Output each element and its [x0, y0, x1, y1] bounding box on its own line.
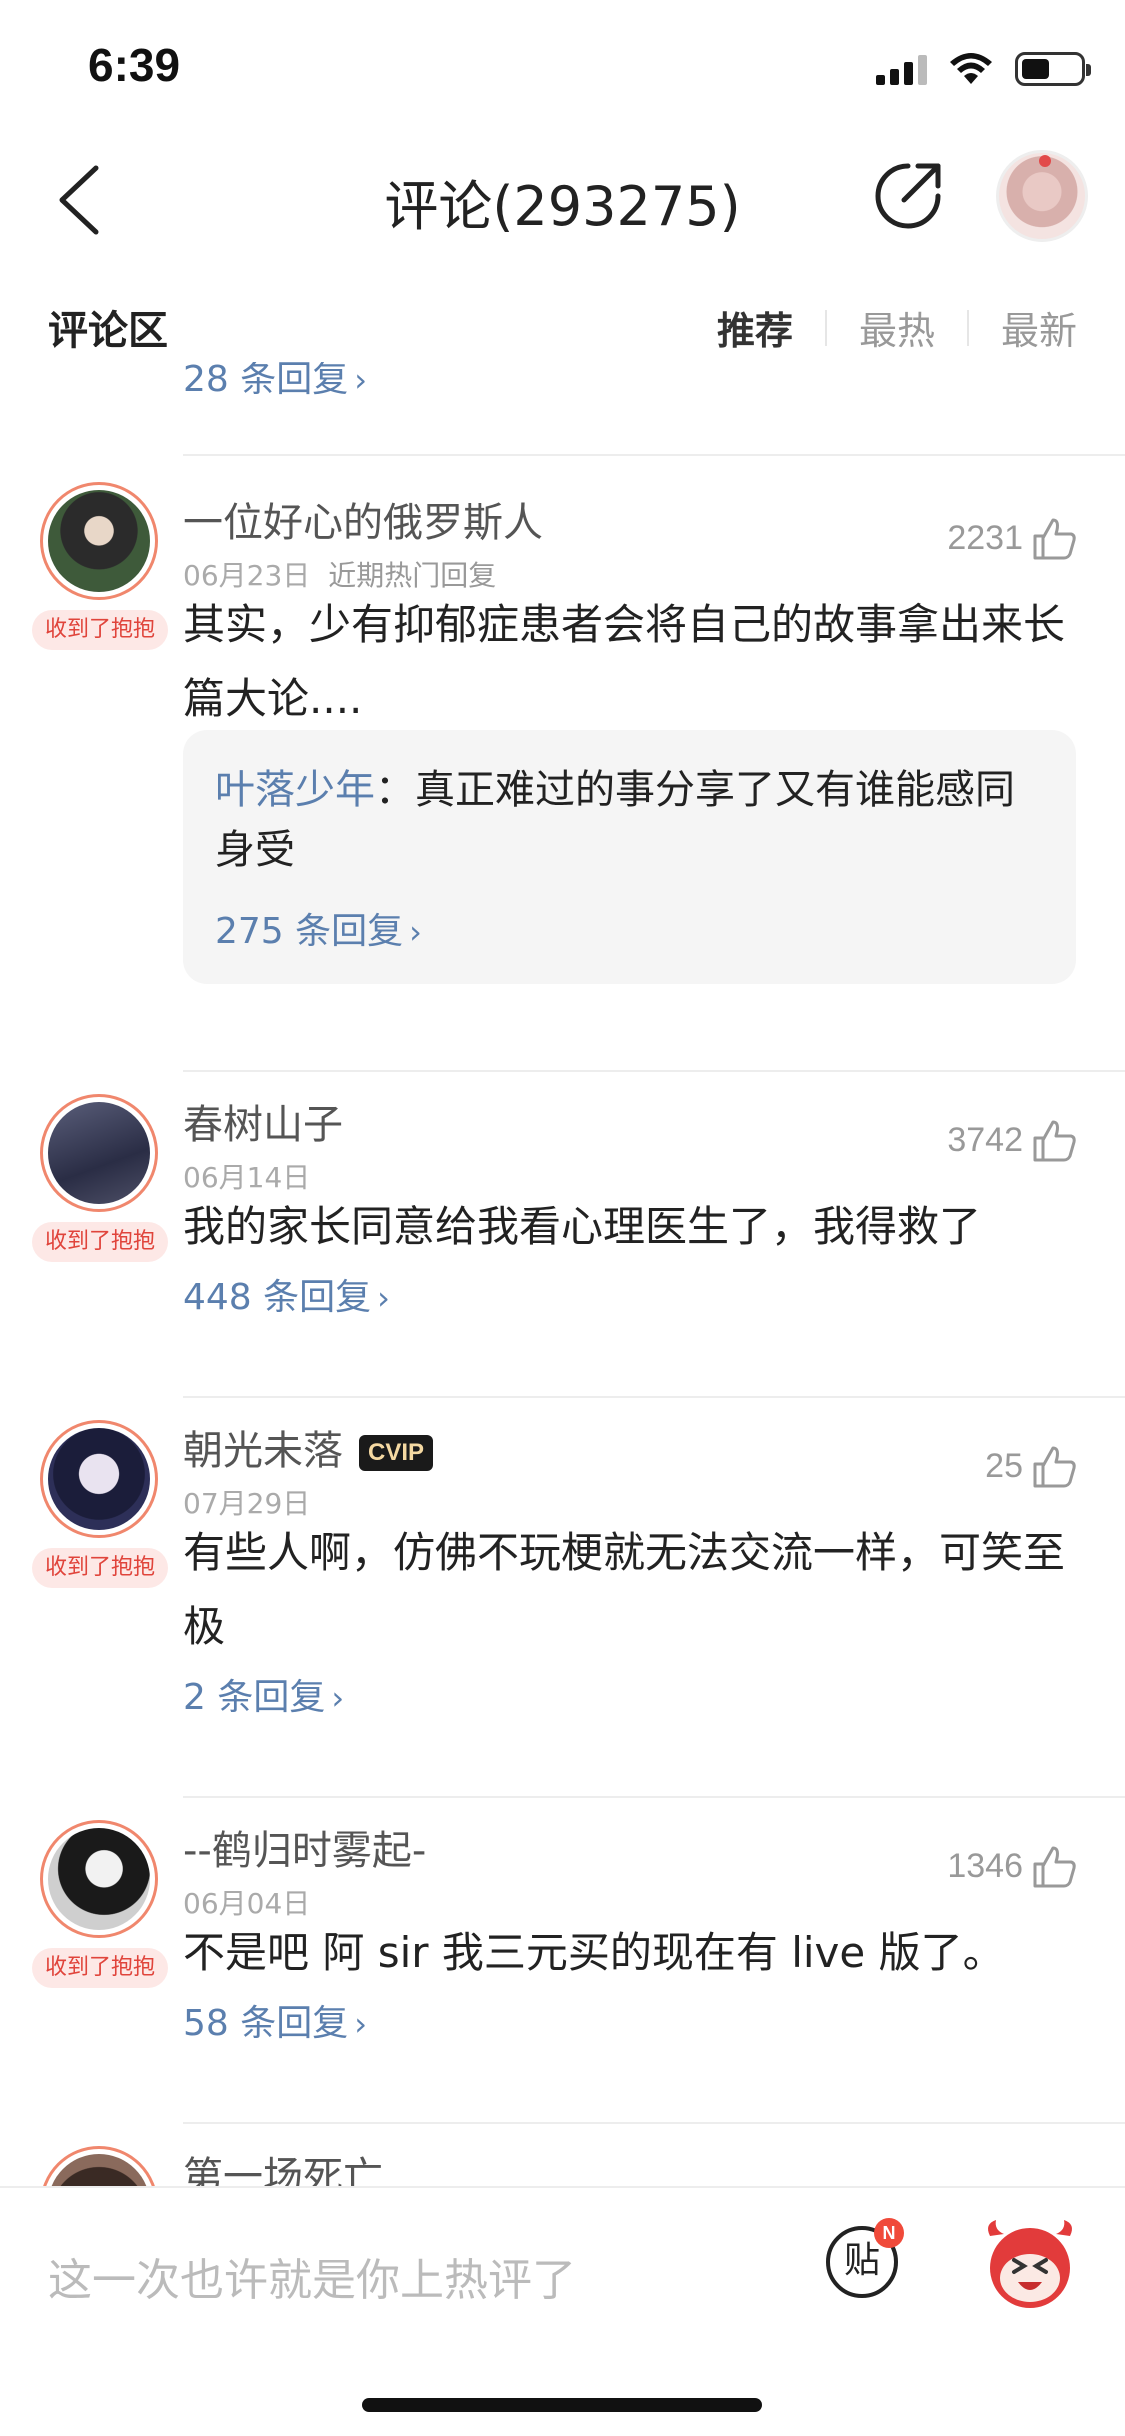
comment-section-bar: 评论区 推荐 最热 最新 — [0, 290, 1125, 362]
divider — [183, 454, 1125, 456]
battery-icon — [1015, 52, 1091, 86]
hug-badge: 收到了抱抱 — [32, 610, 168, 650]
reply-author[interactable]: 叶落少年 — [215, 767, 375, 813]
comment-text: 不是吧 阿 sir 我三元买的现在有 live 版了。 — [183, 1928, 1005, 1977]
user-avatar[interactable] — [996, 150, 1088, 242]
commenter-name[interactable]: 春树山子 — [183, 1092, 343, 1150]
chevron-right-icon: › — [331, 1679, 345, 1717]
mascot-emoji-icon[interactable] — [980, 2216, 1080, 2312]
view-replies-link[interactable]: 448 条回复 › — [183, 1268, 390, 1320]
divider — [183, 1796, 1125, 1798]
thumbs-up-icon — [1033, 518, 1076, 560]
share-icon[interactable] — [868, 156, 948, 236]
commenter-avatar[interactable] — [40, 1094, 158, 1212]
section-title: 评论区 — [48, 308, 168, 354]
divider — [183, 1396, 1125, 1398]
new-badge: N — [874, 2218, 904, 2248]
status-icons — [876, 52, 1091, 86]
chevron-right-icon: › — [354, 362, 368, 399]
commenter-avatar[interactable] — [40, 482, 158, 600]
commenter-name[interactable]: 第一场死亡 — [183, 2144, 383, 2186]
hug-badge: 收到了抱抱 — [32, 1548, 168, 1588]
commenter-name[interactable]: --鹤归时雾起- — [183, 1818, 426, 1876]
chevron-right-icon: › — [377, 1279, 390, 1317]
thumbs-up-icon — [1033, 1120, 1076, 1162]
comment-input[interactable]: 这一次也许就是你上热评了 — [48, 2244, 576, 2308]
like-button[interactable]: 2231 — [947, 516, 1077, 560]
wifi-icon — [950, 53, 992, 84]
like-button[interactable]: 25 — [985, 1444, 1077, 1488]
page-title: 评论(293275) — [384, 175, 741, 238]
tab-recommended[interactable]: 推荐 — [717, 300, 793, 355]
vip-badge: CVIP — [359, 1435, 434, 1471]
like-count: 3742 — [947, 1120, 1023, 1159]
status-bar: 6:39 — [0, 0, 1125, 132]
chevron-right-icon: › — [409, 913, 422, 951]
like-button[interactable]: 3742 — [947, 1118, 1077, 1162]
divider — [183, 2122, 1125, 2124]
view-replies-link[interactable]: 2 条回复 › — [183, 1668, 344, 1720]
sort-tabs: 推荐 最热 最新 — [717, 300, 1077, 355]
tab-hottest[interactable]: 最热 — [859, 300, 935, 355]
divider — [183, 1070, 1125, 1072]
status-time: 6:39 — [88, 39, 181, 91]
commenter-avatar[interactable] — [40, 2146, 158, 2186]
reply-preview[interactable]: 叶落少年：真正难过的事分享了又有谁能感同身受 275 条回复 › — [183, 730, 1076, 984]
commenter-avatar[interactable] — [40, 1420, 158, 1538]
comment-text: 我的家长同意给我看心理医生了，我得救了 — [183, 1202, 982, 1251]
like-count: 25 — [985, 1446, 1023, 1485]
hug-badge: 收到了抱抱 — [32, 1222, 168, 1262]
thumbs-up-icon — [1033, 1446, 1076, 1488]
hug-badge: 收到了抱抱 — [32, 1948, 168, 1988]
like-button[interactable]: 1346 — [947, 1844, 1077, 1888]
back-arrow-icon[interactable] — [48, 160, 118, 240]
like-count: 2231 — [947, 518, 1023, 557]
view-replies-link[interactable]: 58 条回复 › — [183, 1994, 367, 2046]
commenter-avatar[interactable] — [40, 1820, 158, 1938]
commenter-name: 朝光未落 CVIP — [183, 1418, 434, 1476]
comment-list: 28 条回复 › 收到了抱抱 一位好心的俄罗斯人 06月23日 近期热门回复 223… — [0, 362, 1125, 2186]
comment-text: 有些人啊，仿佛不玩梗就无法交流一样，可笑至极 — [183, 1528, 1066, 1651]
cellular-signal-icon — [876, 53, 927, 85]
chevron-right-icon: › — [354, 2005, 368, 2043]
reply-content: 叶落少年：真正难过的事分享了又有谁能感同身受 — [215, 767, 1015, 873]
tab-divider — [966, 309, 969, 346]
home-indicator — [362, 2398, 762, 2412]
tab-divider — [824, 309, 827, 346]
like-count: 1346 — [947, 1846, 1023, 1885]
thumbs-up-icon — [1033, 1846, 1076, 1888]
view-replies-link[interactable]: 275 条回复 › — [215, 902, 1044, 954]
tab-newest[interactable]: 最新 — [1001, 300, 1077, 355]
comment-text: 其实，少有抑郁症患者会将自己的故事拿出来长篇大论.... — [183, 600, 1066, 723]
top-nav: 评论(293275) — [0, 132, 1125, 262]
view-replies-link[interactable]: 28 条回复 › — [183, 362, 367, 402]
commenter-name[interactable]: 一位好心的俄罗斯人 — [183, 490, 543, 548]
bottom-comment-bar: 这一次也许就是你上热评了 贴 N — [0, 2186, 1125, 2436]
